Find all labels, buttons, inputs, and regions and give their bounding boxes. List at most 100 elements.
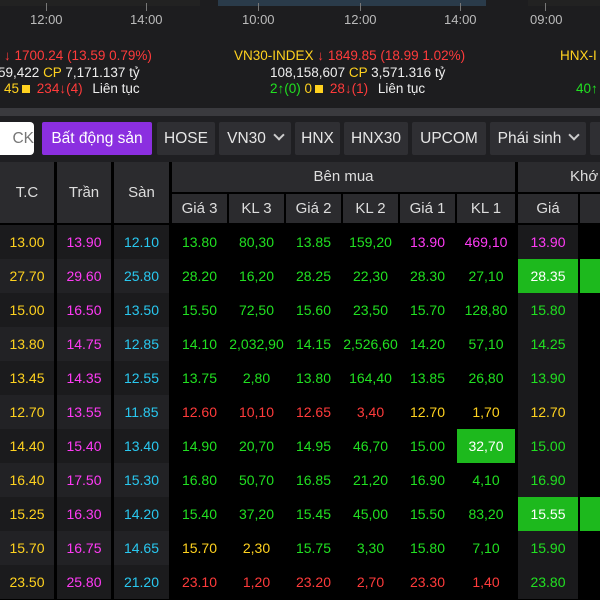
match-price-cell: 15.55 <box>518 497 578 531</box>
index-breadth-line: 45 234(4) Liên tục <box>4 81 140 96</box>
buy-price-2-cell: 15.75 <box>286 531 341 565</box>
buy-volume-1-cell: 7,10 <box>457 531 515 565</box>
header-gia-3: Giá 3 <box>172 194 227 223</box>
floor-price-cell: 14.20 <box>114 497 169 531</box>
tc-price-cell: 23.50 <box>0 565 54 599</box>
chevron-down-icon <box>568 129 581 141</box>
floor-price-cell: 12.55 <box>114 361 169 395</box>
match-price-cell: 15.00 <box>518 429 578 463</box>
tab-vn30[interactable]: VN30 <box>219 122 291 155</box>
buy-volume-1-cell: 4,10 <box>457 463 515 497</box>
cutoff-cell <box>580 361 600 395</box>
chart-time-label: 10:00 <box>242 12 275 27</box>
buy-volume-3-cell: 2,80 <box>229 361 284 395</box>
chart-tick <box>545 3 546 11</box>
tab-hnx30[interactable]: HNX30 <box>344 122 408 155</box>
floor-price-cell: 13.50 <box>114 293 169 327</box>
buy-volume-2-cell: 3,30 <box>343 531 398 565</box>
buy-price-3-cell: 13.75 <box>172 361 227 395</box>
buy-price-1-cell: 15.00 <box>400 429 455 463</box>
panel-divider <box>0 108 600 116</box>
buy-volume-1-cell: 26,80 <box>457 361 515 395</box>
chart-tick <box>360 3 361 11</box>
buy-volume-3-cell: 2,30 <box>229 531 284 565</box>
cutoff-cell <box>580 531 600 565</box>
tc-price-cell: 27.70 <box>0 259 54 293</box>
down-arrow-icon <box>345 81 352 96</box>
buy-price-1-cell: 12.70 <box>400 395 455 429</box>
cutoff-cell <box>580 463 600 497</box>
buy-price-2-cell: 15.60 <box>286 293 341 327</box>
ceiling-price-cell: 16.30 <box>57 497 111 531</box>
header-buy-group: Bên mua <box>172 162 515 192</box>
cutoff-cell <box>580 497 600 531</box>
chart-tick <box>460 3 461 11</box>
buy-price-2-cell: 14.15 <box>286 327 341 361</box>
floor-price-cell: 25.80 <box>114 259 169 293</box>
index-value-line: 1700.24 (13.59 0.79%) <box>4 48 152 63</box>
buy-volume-2-cell: 3,40 <box>343 395 398 429</box>
ceiling-price-cell: 16.75 <box>57 531 111 565</box>
chart-tick <box>46 3 47 11</box>
header-match-group: Khớ <box>518 162 600 192</box>
tab-upcom[interactable]: UPCOM <box>412 122 486 155</box>
down-arrow-icon <box>4 48 11 63</box>
tc-price-cell: 12.70 <box>0 395 54 429</box>
header-tc: T.C <box>0 162 54 223</box>
cutoff-cell <box>580 429 600 463</box>
match-price-cell: 28.35 <box>518 259 578 293</box>
buy-price-1-cell: 16.90 <box>400 463 455 497</box>
market-tab-bar: CK Bất động sản HOSE VN30 HNX HNX30 UPCO… <box>0 116 600 162</box>
floor-price-cell: 11.85 <box>114 395 169 429</box>
cutoff-cell <box>580 225 600 259</box>
buy-price-3-cell: 15.40 <box>172 497 227 531</box>
buy-price-2-cell: 14.95 <box>286 429 341 463</box>
chart-tick <box>258 3 259 11</box>
floor-price-cell: 13.40 <box>114 429 169 463</box>
buy-price-3-cell: 15.70 <box>172 531 227 565</box>
index-mini-chart <box>0 0 200 6</box>
header-kl-3: KL 3 <box>229 194 284 223</box>
ceiling-price-cell: 14.35 <box>57 361 111 395</box>
buy-volume-1-cell: 1,40 <box>457 565 515 599</box>
index-breadth-line: 2↑(0) 0 28(1) Liên tục <box>270 81 425 96</box>
tab-more[interactable] <box>590 122 600 155</box>
match-price-cell: 13.90 <box>518 361 578 395</box>
ceiling-price-cell: 25.80 <box>57 565 111 599</box>
buy-price-2-cell: 16.85 <box>286 463 341 497</box>
tab-hose[interactable]: HOSE <box>157 122 215 155</box>
tab-hnx[interactable]: HNX <box>295 122 340 155</box>
header-match-price: Giá <box>518 194 578 223</box>
index-mini-chart <box>528 0 600 6</box>
buy-volume-2-cell: 22,30 <box>343 259 398 293</box>
tab-bat-dong-san[interactable]: Bất động sản <box>42 122 152 155</box>
tab-phai-sinh[interactable]: Phái sinh <box>490 122 586 155</box>
buy-price-1-cell: 28.30 <box>400 259 455 293</box>
buy-volume-1-cell: 57,10 <box>457 327 515 361</box>
index-panel: 12:00 14:00 1700.24 (13.59 0.79%) 59,422… <box>0 0 600 108</box>
header-cutoff <box>580 194 600 223</box>
index-volume-line: 59,422 CP 7,171.137 tỷ <box>0 65 140 80</box>
buy-volume-3-cell: 50,70 <box>229 463 284 497</box>
header-gia-1: Giá 1 <box>400 194 455 223</box>
chart-tick <box>146 3 147 11</box>
index-value-line: VN30-INDEX 1849.85 (18.99 1.02%) <box>234 48 465 63</box>
buy-volume-3-cell: 1,20 <box>229 565 284 599</box>
buy-price-3-cell: 12.60 <box>172 395 227 429</box>
buy-volume-2-cell: 164,40 <box>343 361 398 395</box>
match-price-cell: 15.90 <box>518 531 578 565</box>
buy-price-3-cell: 15.50 <box>172 293 227 327</box>
chart-time-label: 14:00 <box>444 12 477 27</box>
floor-price-cell: 12.85 <box>114 327 169 361</box>
stock-search-input[interactable]: CK <box>0 122 34 155</box>
chart-time-label: 09:00 <box>530 12 563 27</box>
buy-price-2-cell: 12.65 <box>286 395 341 429</box>
ceiling-price-cell: 13.55 <box>57 395 111 429</box>
match-price-cell: 14.25 <box>518 327 578 361</box>
match-price-cell: 13.90 <box>518 225 578 259</box>
tc-price-cell: 15.70 <box>0 531 54 565</box>
buy-volume-1-cell: 469,10 <box>457 225 515 259</box>
buy-volume-1-cell: 1,70 <box>457 395 515 429</box>
buy-volume-2-cell: 2,70 <box>343 565 398 599</box>
cutoff-cell <box>580 395 600 429</box>
